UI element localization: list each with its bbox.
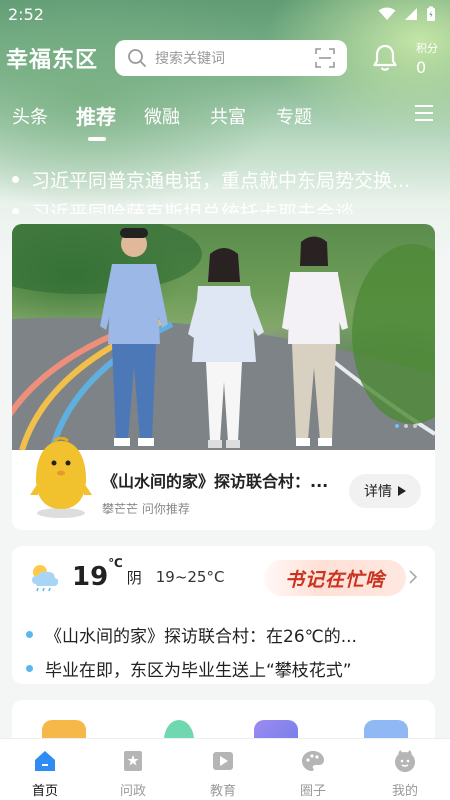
featured-card[interactable]: 《山水间的家》探访联合村：... 攀芒芒 问你推荐 详情 (12, 224, 435, 530)
news-item[interactable]: 毕业在即，东区为毕业生送上“攀枝花式” (26, 656, 421, 681)
bullet-dot (12, 208, 19, 214)
active-tab-indicator (88, 137, 106, 141)
profile-icon (395, 750, 415, 772)
temperature-range: 19~25°C (155, 568, 225, 586)
news-text: 《山水间的家》探访联合村：在26℃的... (45, 627, 357, 647)
nav-profile[interactable]: 我的 (360, 739, 450, 800)
category-tabs: 头条 推荐 微融 共富 专题 (0, 100, 450, 144)
points-value: 0 (416, 58, 427, 77)
app-title: 幸福东区 (6, 48, 99, 73)
ticker-text: 习近平同哈萨克斯坦总统托卡耶夫会谈 (31, 202, 355, 214)
nav-label: 问政 (119, 784, 146, 799)
nav-label: 首页 (31, 784, 58, 799)
nav-label: 教育 (209, 784, 236, 799)
status-time: 2:52 (8, 4, 44, 24)
featured-title[interactable]: 《山水间的家》探访联合村：... (102, 468, 342, 492)
bullet-dot (12, 176, 19, 183)
nav-circles[interactable]: 圈子 (268, 739, 358, 800)
signal-icon (405, 8, 417, 20)
scan-icon[interactable] (315, 48, 335, 68)
details-button[interactable]: 详情 (349, 474, 421, 508)
nav-home[interactable]: 首页 (0, 739, 90, 800)
ticker-item[interactable]: 习近平同哈萨克斯坦总统托卡耶夫会谈 (12, 198, 432, 214)
tab-headlines[interactable]: 头条 (12, 103, 48, 129)
weather-card: 19℃ 阴 19~25°C 书记在忙啥 《山水间的家》探访联合村：在26℃的..… (12, 546, 435, 684)
tab-weirong[interactable]: 微融 (144, 103, 180, 129)
mascot-icon (30, 437, 92, 518)
weather-condition: 阴 (126, 568, 142, 587)
secretary-banner[interactable]: 书记在忙啥 (264, 560, 406, 596)
play-icon (213, 752, 233, 770)
temperature: 19℃ (72, 556, 123, 592)
nav-politics[interactable]: 问政 (88, 739, 178, 800)
nav-label: 圈子 (299, 784, 326, 799)
bullet-dot (26, 665, 33, 672)
tab-gongfu[interactable]: 共富 (210, 103, 246, 129)
status-icons (378, 6, 436, 22)
news-ticker: 习近平同普京通电话，重点就中东局势交换... 习近平同哈萨克斯坦总统托卡耶夫会谈 (0, 162, 450, 214)
carousel-dot[interactable] (395, 424, 399, 428)
chevron-right-icon[interactable] (409, 570, 417, 584)
home-icon (35, 751, 55, 771)
featured-subtitle: 攀芒芒 问你推荐 (102, 502, 190, 516)
wifi-icon (378, 7, 396, 20)
nav-label: 我的 (391, 784, 418, 799)
weather-row[interactable]: 19℃ 阴 19~25°C (28, 556, 225, 592)
bullet-dot (26, 631, 33, 638)
person-figure (188, 248, 264, 448)
details-label: 详情 (364, 484, 392, 500)
tab-recommend[interactable]: 推荐 (76, 101, 116, 130)
search-bar[interactable]: 搜索关键词 (115, 40, 347, 76)
play-arrow-icon (398, 486, 406, 496)
bookmark-star-icon (124, 751, 142, 771)
temperature-value: 19 (72, 562, 109, 592)
carousel-dot[interactable] (404, 424, 408, 428)
temperature-unit: ℃ (108, 556, 123, 570)
cloudy-rain-icon (32, 565, 59, 592)
news-text: 毕业在即，东区为毕业生送上“攀枝花式” (45, 661, 352, 681)
ticker-text: 习近平同普京通电话，重点就中东局势交换... (31, 170, 411, 192)
person-figure (282, 236, 348, 446)
points-display[interactable]: 积分 0 (416, 40, 438, 77)
search-icon (128, 49, 146, 67)
palette-icon (302, 751, 324, 771)
status-bar: 2:52 (0, 0, 450, 28)
bottom-navigation: 首页 问政 教育 圈子 我的 (0, 738, 450, 800)
featured-image (12, 224, 435, 450)
search-placeholder: 搜索关键词 (155, 51, 225, 67)
menu-icon[interactable] (414, 104, 434, 122)
points-label: 积分 (416, 42, 438, 55)
app-header: 幸福东区 搜索关键词 积分 0 (0, 38, 450, 78)
news-item[interactable]: 《山水间的家》探访联合村：在26℃的... (26, 622, 421, 647)
battery-icon (427, 6, 435, 21)
carousel-dots[interactable] (395, 424, 417, 428)
carousel-dot[interactable] (413, 424, 417, 428)
bell-icon[interactable] (372, 44, 398, 72)
nav-education[interactable]: 教育 (178, 739, 268, 800)
tab-topics[interactable]: 专题 (276, 103, 312, 129)
person-figure (100, 228, 168, 446)
ticker-item[interactable]: 习近平同普京通电话，重点就中东局势交换... (12, 166, 432, 193)
